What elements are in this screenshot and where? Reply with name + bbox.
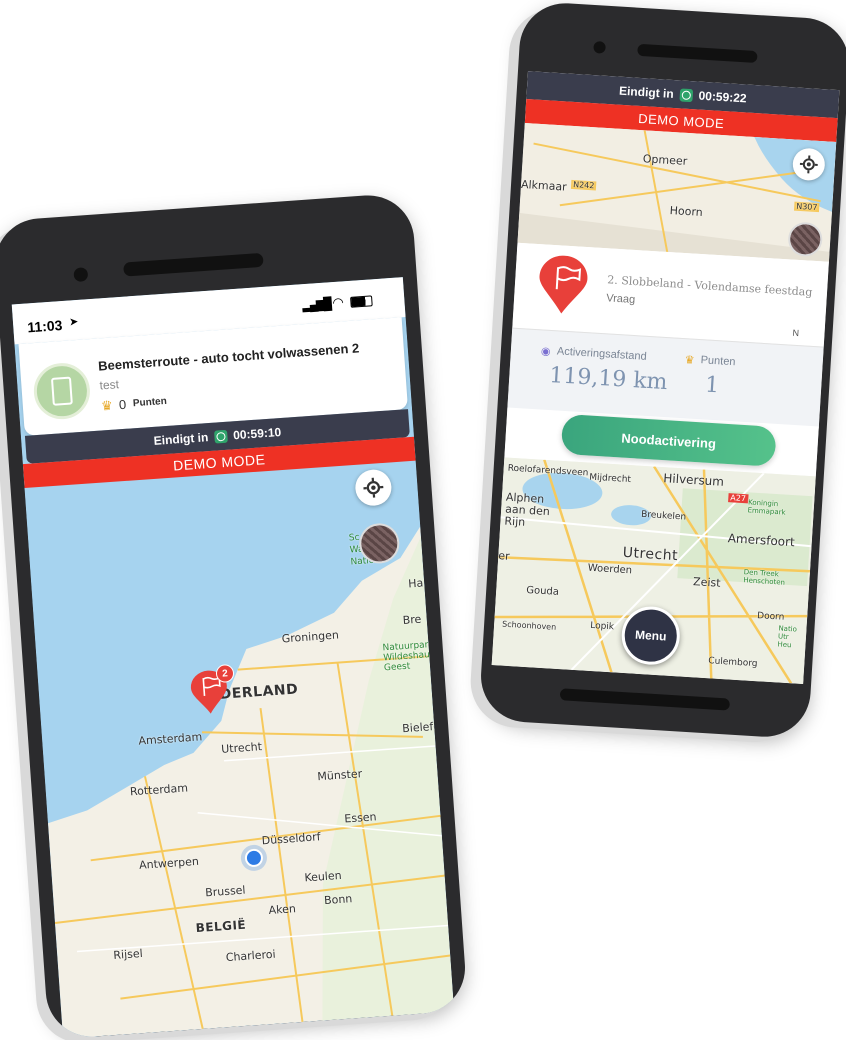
status-time: 11:03 — [26, 317, 63, 336]
map-label: Rijsel — [112, 946, 144, 962]
left-phone: Groningen Bre Natuurpark Wildeshauser Ge… — [0, 192, 469, 1040]
map-label: Utrecht — [622, 544, 679, 565]
timer-value: 00:59:22 — [698, 88, 747, 106]
map-label: Hoorn — [669, 204, 704, 219]
clock-icon — [213, 429, 228, 444]
map-label: Zeist — [692, 575, 721, 590]
clock-icon — [679, 87, 694, 102]
question-title: 2. Slobbeland - Volendamse feestdag — [607, 273, 813, 299]
trophy-icon: ♛ — [100, 397, 114, 414]
demo-mode-label: DEMO MODE — [637, 110, 725, 131]
map-label: Koningin Emmapark — [747, 498, 786, 517]
flag-pin-icon — [539, 255, 588, 314]
map-label: Gouda — [525, 584, 560, 598]
route-subtitle: test — [99, 377, 120, 393]
phone-icon — [50, 376, 73, 406]
points-value: 0 — [118, 396, 127, 413]
speaker-grille — [637, 43, 758, 64]
map-label: Den Treek Henschoten — [743, 568, 786, 587]
map-label: Essen — [343, 810, 377, 826]
demo-mode-label: DEMO MODE — [172, 451, 266, 474]
right-phone: Eindigt in 00:59:22 DEMO MODE Opmeer Alk… — [478, 0, 846, 740]
map-label: Bielefe — [401, 719, 441, 736]
points-label: Punten — [132, 395, 168, 410]
points-label: Punten — [700, 354, 736, 369]
timer-value: 00:59:10 — [232, 425, 282, 443]
trophy-icon: ♛ — [684, 354, 695, 367]
road-badge: N307 — [793, 201, 820, 213]
crosshair-icon — [799, 155, 818, 174]
signal-icon: ▂▄▆█ — [302, 296, 331, 313]
bottom-map[interactable]: Roelofarendsveen Mijdrecht Hilversum A27… — [491, 457, 816, 685]
road-badge: N242 — [570, 179, 597, 191]
map-label: Natio Utr Heu — [777, 624, 798, 650]
right-screen: Eindigt in 00:59:22 DEMO MODE Opmeer Alk… — [491, 71, 840, 685]
map-label: Doorn — [756, 611, 785, 623]
question-type: Vraag — [605, 292, 636, 307]
wifi-icon: ◠ — [331, 294, 345, 311]
front-camera — [73, 267, 89, 283]
distance-value: 119,19 km — [548, 362, 669, 396]
map-label: Opmeer — [642, 152, 688, 168]
map-label: Bre — [402, 612, 422, 627]
route-thumbnail — [32, 361, 92, 422]
distance-label: Activeringsafstand — [556, 345, 648, 363]
compass-label: N — [792, 327, 800, 339]
route-title: Beemsterroute - auto tocht volwassenen 2 — [97, 340, 360, 374]
map-label: Alkmaar — [520, 177, 568, 194]
road-badge: A27 — [728, 493, 749, 504]
location-pin-icon: ◉ — [540, 345, 551, 358]
timer-label: Eindigt in — [153, 430, 209, 448]
crosshair-icon — [363, 477, 384, 498]
points-value: 1 — [704, 372, 720, 399]
map-label: Aken — [268, 902, 297, 918]
timer-label: Eindigt in — [618, 83, 675, 102]
map-label: Bonn — [323, 892, 353, 908]
front-camera — [593, 41, 606, 54]
map-label: Alphen aan den Rijn — [504, 490, 551, 529]
map-label: Lopik — [589, 620, 615, 633]
top-map[interactable]: Opmeer Alkmaar Hoorn N242 N307 — [517, 122, 837, 262]
left-screen: Groningen Bre Natuurpark Wildeshauser Ge… — [11, 277, 455, 1039]
map-label: Natuurpark Wildeshauser Geest — [382, 639, 445, 674]
map-label: Keulen — [304, 868, 343, 885]
location-arrow-icon: ➤ — [68, 315, 79, 329]
bottom-grille — [559, 688, 731, 711]
checkpoint-marker[interactable]: 2 — [188, 663, 235, 722]
battery-icon — [350, 295, 373, 308]
map-label: er — [497, 549, 511, 563]
map-label: Sc — [348, 532, 360, 544]
speaker-grille — [123, 252, 264, 277]
map-label: Ha — [407, 576, 424, 591]
